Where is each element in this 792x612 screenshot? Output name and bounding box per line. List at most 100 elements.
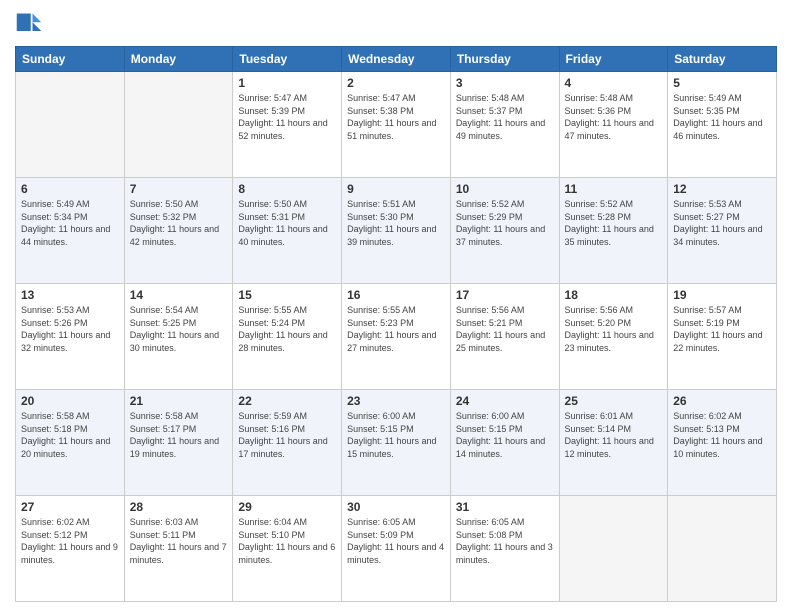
- day-info: Sunrise: 5:51 AM Sunset: 5:30 PM Dayligh…: [347, 198, 445, 248]
- day-number: 3: [456, 76, 554, 90]
- calendar-day-cell: 15 Sunrise: 5:55 AM Sunset: 5:24 PM Dayli…: [233, 284, 342, 390]
- day-info: Sunrise: 5:47 AM Sunset: 5:38 PM Dayligh…: [347, 92, 445, 142]
- calendar-day-cell: 4 Sunrise: 5:48 AM Sunset: 5:36 PM Daylig…: [559, 72, 668, 178]
- calendar-table: SundayMondayTuesdayWednesdayThursdayFrid…: [15, 46, 777, 602]
- day-info: Sunrise: 6:02 AM Sunset: 5:12 PM Dayligh…: [21, 516, 119, 566]
- calendar-header-row: SundayMondayTuesdayWednesdayThursdayFrid…: [16, 47, 777, 72]
- calendar-day-cell: 9 Sunrise: 5:51 AM Sunset: 5:30 PM Daylig…: [342, 178, 451, 284]
- calendar-day-cell: 26Sunrise: 6:02 AM Sunset: 5:13 PM Dayli…: [668, 390, 777, 496]
- calendar-day-cell: [668, 496, 777, 602]
- weekday-header: Monday: [124, 47, 233, 72]
- weekday-header: Saturday: [668, 47, 777, 72]
- day-info: Sunrise: 5:49 AM Sunset: 5:34 PM Dayligh…: [21, 198, 119, 248]
- day-info: Sunrise: 5:57 AM Sunset: 5:19 PM Dayligh…: [673, 304, 771, 354]
- calendar-day-cell: 10Sunrise: 5:52 AM Sunset: 5:29 PM Dayli…: [450, 178, 559, 284]
- calendar-day-cell: 13 Sunrise: 5:53 AM Sunset: 5:26 PM Dayli…: [16, 284, 125, 390]
- calendar-day-cell: 25 Sunrise: 6:01 AM Sunset: 5:14 PM Dayli…: [559, 390, 668, 496]
- calendar-day-cell: [16, 72, 125, 178]
- calendar-day-cell: 30 Sunrise: 6:05 AM Sunset: 5:09 PM Dayli…: [342, 496, 451, 602]
- day-number: 26: [673, 394, 771, 408]
- day-info: Sunrise: 6:05 AM Sunset: 5:08 PM Dayligh…: [456, 516, 554, 566]
- calendar-day-cell: 14 Sunrise: 5:54 AM Sunset: 5:25 PM Dayli…: [124, 284, 233, 390]
- weekday-header: Friday: [559, 47, 668, 72]
- day-number: 19: [673, 288, 771, 302]
- day-number: 11: [565, 182, 663, 196]
- calendar-day-cell: 21 Sunrise: 5:58 AM Sunset: 5:17 PM Dayli…: [124, 390, 233, 496]
- day-number: 28: [130, 500, 228, 514]
- calendar-day-cell: 6 Sunrise: 5:49 AM Sunset: 5:34 PM Daylig…: [16, 178, 125, 284]
- calendar-week-row: 1 Sunrise: 5:47 AM Sunset: 5:39 PM Daylig…: [16, 72, 777, 178]
- day-info: Sunrise: 5:58 AM Sunset: 5:17 PM Dayligh…: [130, 410, 228, 460]
- day-number: 30: [347, 500, 445, 514]
- calendar-day-cell: 27Sunrise: 6:02 AM Sunset: 5:12 PM Dayli…: [16, 496, 125, 602]
- day-number: 20: [21, 394, 119, 408]
- day-info: Sunrise: 5:53 AM Sunset: 5:27 PM Dayligh…: [673, 198, 771, 248]
- day-number: 1: [238, 76, 336, 90]
- page: SundayMondayTuesdayWednesdayThursdayFrid…: [0, 0, 792, 612]
- calendar-week-row: 13 Sunrise: 5:53 AM Sunset: 5:26 PM Dayli…: [16, 284, 777, 390]
- calendar-day-cell: 22 Sunrise: 5:59 AM Sunset: 5:16 PM Dayli…: [233, 390, 342, 496]
- calendar-day-cell: 3Sunrise: 5:48 AM Sunset: 5:37 PM Daylig…: [450, 72, 559, 178]
- day-info: Sunrise: 5:50 AM Sunset: 5:32 PM Dayligh…: [130, 198, 228, 248]
- logo: [15, 10, 47, 38]
- calendar-week-row: 27Sunrise: 6:02 AM Sunset: 5:12 PM Dayli…: [16, 496, 777, 602]
- calendar-day-cell: 29 Sunrise: 6:04 AM Sunset: 5:10 PM Dayli…: [233, 496, 342, 602]
- day-number: 13: [21, 288, 119, 302]
- day-number: 12: [673, 182, 771, 196]
- day-info: Sunrise: 5:48 AM Sunset: 5:36 PM Dayligh…: [565, 92, 663, 142]
- day-info: Sunrise: 6:01 AM Sunset: 5:14 PM Dayligh…: [565, 410, 663, 460]
- day-number: 16: [347, 288, 445, 302]
- day-number: 9: [347, 182, 445, 196]
- calendar-day-cell: [559, 496, 668, 602]
- day-info: Sunrise: 6:05 AM Sunset: 5:09 PM Dayligh…: [347, 516, 445, 566]
- day-info: Sunrise: 5:55 AM Sunset: 5:24 PM Dayligh…: [238, 304, 336, 354]
- day-number: 21: [130, 394, 228, 408]
- day-number: 14: [130, 288, 228, 302]
- day-info: Sunrise: 5:52 AM Sunset: 5:28 PM Dayligh…: [565, 198, 663, 248]
- day-number: 18: [565, 288, 663, 302]
- weekday-header: Thursday: [450, 47, 559, 72]
- day-number: 31: [456, 500, 554, 514]
- calendar-day-cell: 11 Sunrise: 5:52 AM Sunset: 5:28 PM Dayli…: [559, 178, 668, 284]
- day-info: Sunrise: 5:54 AM Sunset: 5:25 PM Dayligh…: [130, 304, 228, 354]
- logo-icon: [15, 10, 43, 38]
- day-info: Sunrise: 5:49 AM Sunset: 5:35 PM Dayligh…: [673, 92, 771, 142]
- day-info: Sunrise: 5:53 AM Sunset: 5:26 PM Dayligh…: [21, 304, 119, 354]
- day-number: 4: [565, 76, 663, 90]
- day-number: 2: [347, 76, 445, 90]
- calendar-week-row: 20Sunrise: 5:58 AM Sunset: 5:18 PM Dayli…: [16, 390, 777, 496]
- day-info: Sunrise: 5:47 AM Sunset: 5:39 PM Dayligh…: [238, 92, 336, 142]
- day-number: 25: [565, 394, 663, 408]
- day-number: 6: [21, 182, 119, 196]
- calendar-day-cell: 8 Sunrise: 5:50 AM Sunset: 5:31 PM Daylig…: [233, 178, 342, 284]
- day-info: Sunrise: 6:03 AM Sunset: 5:11 PM Dayligh…: [130, 516, 228, 566]
- day-number: 22: [238, 394, 336, 408]
- calendar-day-cell: 31 Sunrise: 6:05 AM Sunset: 5:08 PM Dayli…: [450, 496, 559, 602]
- day-info: Sunrise: 6:04 AM Sunset: 5:10 PM Dayligh…: [238, 516, 336, 566]
- calendar-day-cell: 1 Sunrise: 5:47 AM Sunset: 5:39 PM Daylig…: [233, 72, 342, 178]
- weekday-header: Tuesday: [233, 47, 342, 72]
- calendar-day-cell: 12 Sunrise: 5:53 AM Sunset: 5:27 PM Dayli…: [668, 178, 777, 284]
- calendar-week-row: 6 Sunrise: 5:49 AM Sunset: 5:34 PM Daylig…: [16, 178, 777, 284]
- day-info: Sunrise: 6:00 AM Sunset: 5:15 PM Dayligh…: [456, 410, 554, 460]
- day-info: Sunrise: 5:59 AM Sunset: 5:16 PM Dayligh…: [238, 410, 336, 460]
- day-number: 17: [456, 288, 554, 302]
- calendar-day-cell: 23Sunrise: 6:00 AM Sunset: 5:15 PM Dayli…: [342, 390, 451, 496]
- calendar-day-cell: 5Sunrise: 5:49 AM Sunset: 5:35 PM Daylig…: [668, 72, 777, 178]
- calendar-day-cell: 16 Sunrise: 5:55 AM Sunset: 5:23 PM Dayli…: [342, 284, 451, 390]
- calendar-day-cell: 19 Sunrise: 5:57 AM Sunset: 5:19 PM Dayli…: [668, 284, 777, 390]
- weekday-header: Wednesday: [342, 47, 451, 72]
- calendar-day-cell: 24 Sunrise: 6:00 AM Sunset: 5:15 PM Dayli…: [450, 390, 559, 496]
- day-number: 23: [347, 394, 445, 408]
- day-number: 15: [238, 288, 336, 302]
- day-info: Sunrise: 5:50 AM Sunset: 5:31 PM Dayligh…: [238, 198, 336, 248]
- weekday-header: Sunday: [16, 47, 125, 72]
- calendar-day-cell: 2 Sunrise: 5:47 AM Sunset: 5:38 PM Daylig…: [342, 72, 451, 178]
- day-number: 8: [238, 182, 336, 196]
- calendar-day-cell: 20Sunrise: 5:58 AM Sunset: 5:18 PM Dayli…: [16, 390, 125, 496]
- day-info: Sunrise: 5:55 AM Sunset: 5:23 PM Dayligh…: [347, 304, 445, 354]
- day-number: 10: [456, 182, 554, 196]
- day-number: 24: [456, 394, 554, 408]
- day-number: 29: [238, 500, 336, 514]
- calendar-day-cell: 28 Sunrise: 6:03 AM Sunset: 5:11 PM Dayli…: [124, 496, 233, 602]
